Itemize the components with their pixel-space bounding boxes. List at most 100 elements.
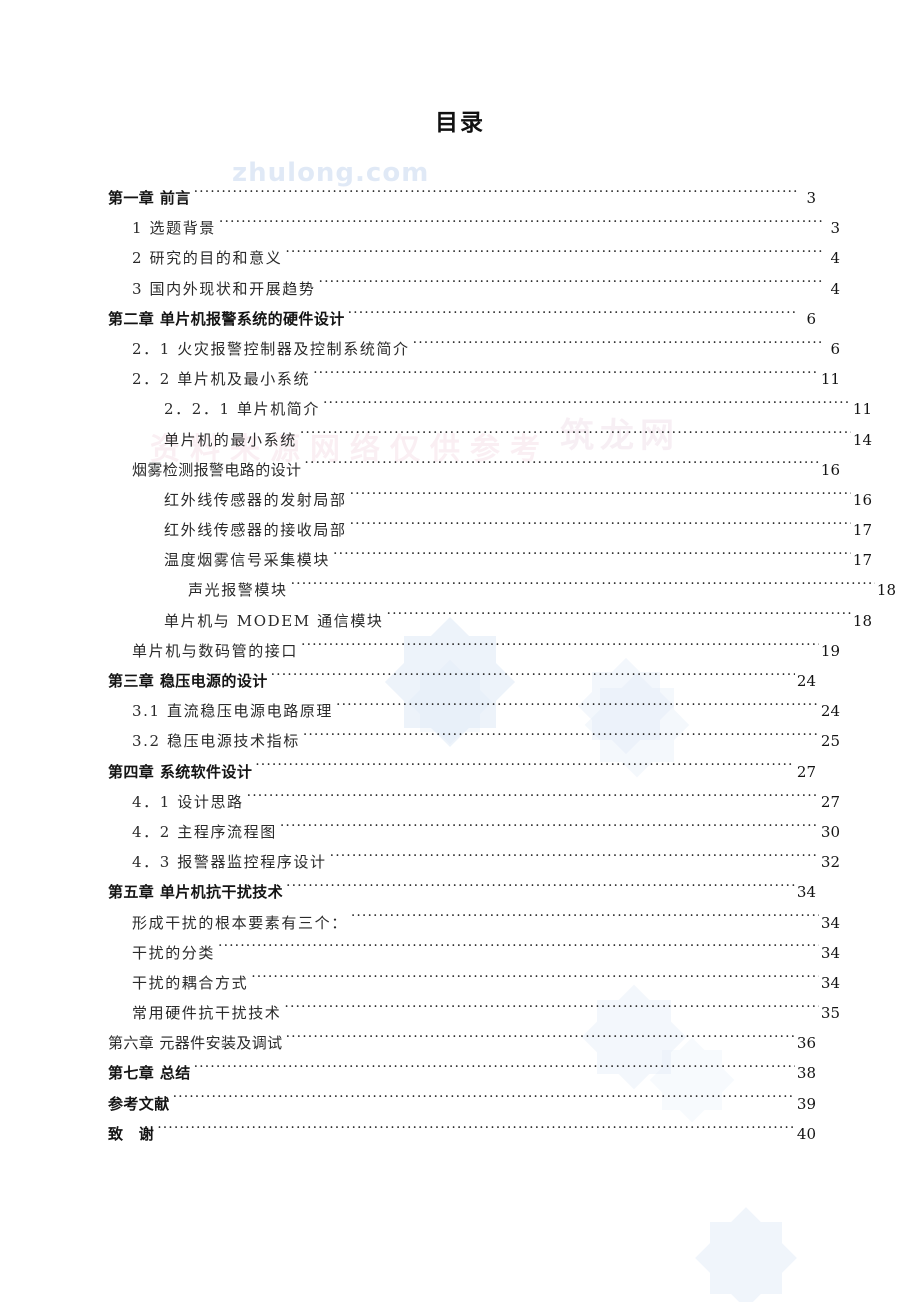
toc-entry-page-number: 17 bbox=[852, 521, 872, 540]
toc-entry[interactable]: 第二章 单片机报警系统的硬件设计 6 bbox=[108, 304, 816, 334]
toc-entry-page-number: 25 bbox=[820, 732, 840, 751]
toc-entry[interactable]: 温度烟雾信号采集模块 17 bbox=[108, 545, 872, 575]
toc-leader-dots bbox=[348, 308, 798, 324]
toc-entry-label: 3.2 稳压电源技术指标 bbox=[132, 732, 300, 751]
toc-entry[interactable]: 单片机与 MODEM 通信模块 18 bbox=[108, 606, 872, 636]
toc-leader-dots bbox=[330, 851, 819, 867]
toc-entry-label: 第二章 单片机报警系统的硬件设计 bbox=[108, 309, 345, 328]
toc-entry-page-number: 17 bbox=[852, 551, 872, 570]
toc-entry[interactable]: 第六章 元器件安装及调试 36 bbox=[108, 1028, 816, 1058]
toc-leader-dots bbox=[313, 368, 819, 384]
toc-entry-page-number: 16 bbox=[852, 490, 872, 509]
toc-entry[interactable]: 3.2 稳压电源技术指标 25 bbox=[108, 726, 840, 756]
toc-entry[interactable]: 第三章 稳压电源的设计 24 bbox=[108, 666, 816, 696]
toc-entry[interactable]: 第七章 总结 38 bbox=[108, 1058, 816, 1088]
toc-entry-label: 干扰的分类 bbox=[132, 943, 216, 962]
toc-entry-label: 第四章 系统软件设计 bbox=[108, 762, 253, 781]
toc-entry[interactable]: 干扰的分类 34 bbox=[108, 938, 840, 968]
toc-leader-dots bbox=[303, 730, 819, 746]
toc-entry[interactable]: 形成干扰的根本要素有三个： 34 bbox=[108, 908, 840, 938]
toc-entry[interactable]: 致 谢 40 bbox=[108, 1119, 816, 1149]
toc-entry-page-number: 27 bbox=[796, 762, 816, 781]
toc-entry-label: 形成干扰的根本要素有三个： bbox=[132, 913, 348, 932]
toc-leader-dots bbox=[350, 489, 851, 505]
toc-entry-label: 参考文献 bbox=[108, 1094, 170, 1113]
toc-entry[interactable]: 红外线传感器的接收局部 17 bbox=[108, 515, 872, 545]
toc-leader-dots bbox=[280, 821, 819, 837]
toc-entry-page-number: 11 bbox=[820, 370, 840, 389]
toc-entry-page-number: 36 bbox=[796, 1034, 816, 1053]
toc-entry-label: 声光报警模块 bbox=[188, 581, 288, 600]
toc-entry-label: 4．3 报警器监控程序设计 bbox=[132, 853, 327, 872]
toc-leader-dots bbox=[304, 459, 819, 475]
toc-entry[interactable]: 常用硬件抗干扰技术 35 bbox=[108, 998, 840, 1028]
toc-entry-page-number: 39 bbox=[796, 1094, 816, 1113]
toc-entry[interactable]: 第四章 系统软件设计 27 bbox=[108, 757, 816, 787]
toc-entry-label: 2．2 单片机及最小系统 bbox=[132, 370, 311, 389]
toc-entry[interactable]: 单片机的最小系统 14 bbox=[108, 425, 872, 455]
toc-entry[interactable]: 干扰的耦合方式 34 bbox=[108, 968, 840, 998]
toc-entry[interactable]: 单片机与数码管的接口 19 bbox=[108, 636, 840, 666]
toc-entry-page-number: 16 bbox=[820, 460, 840, 479]
toc-leader-dots bbox=[336, 700, 819, 716]
toc-entry-label: 4．1 设计思路 bbox=[132, 792, 244, 811]
toc-entry-page-number: 34 bbox=[796, 883, 816, 902]
toc-entry-label: 红外线传感器的发射局部 bbox=[164, 490, 347, 509]
toc-entry-page-number: 34 bbox=[820, 943, 840, 962]
toc-entry[interactable]: 4．2 主程序流程图 30 bbox=[108, 817, 840, 847]
toc-entry[interactable]: 第一章 前言 3 bbox=[108, 183, 816, 213]
toc-entry-label: 干扰的耦合方式 bbox=[132, 973, 249, 992]
page-title: 目录 bbox=[435, 110, 485, 136]
toc-leader-dots bbox=[247, 791, 819, 807]
toc-leader-dots bbox=[291, 579, 875, 595]
toc-entry[interactable]: 2．2．1 单片机简介 11 bbox=[108, 394, 872, 424]
toc-leader-dots bbox=[285, 247, 822, 263]
toc-leader-dots bbox=[323, 398, 851, 414]
toc-entry-label: 温度烟雾信号采集模块 bbox=[164, 551, 331, 570]
toc-entry[interactable]: 2．1 火灾报警控制器及控制系统简介 6 bbox=[108, 334, 840, 364]
toc-entry-label: 红外线传感器的接收局部 bbox=[164, 521, 347, 540]
toc-entry[interactable]: 3.1 直流稳压电源电路原理 24 bbox=[108, 696, 840, 726]
toc-entry[interactable]: 第五章 单片机抗干扰技术 34 bbox=[108, 877, 816, 907]
toc-entry[interactable]: 2 研究的目的和意义 4 bbox=[108, 243, 840, 273]
toc-leader-dots bbox=[218, 942, 819, 958]
toc-entry-label: 单片机与 MODEM 通信模块 bbox=[164, 611, 384, 630]
toc-entry-page-number: 27 bbox=[820, 792, 840, 811]
toc-entry-page-number: 6 bbox=[806, 309, 816, 328]
toc-leader-dots bbox=[194, 187, 798, 203]
toc-entry[interactable]: 参考文献 39 bbox=[108, 1089, 816, 1119]
toc-entry-page-number: 11 bbox=[852, 400, 872, 419]
toc-leader-dots bbox=[251, 972, 819, 988]
toc-entry-label: 3 国内外现状和开展趋势 bbox=[132, 279, 316, 298]
toc-entry-page-number: 14 bbox=[852, 430, 872, 449]
toc-entry-label: 单片机的最小系统 bbox=[164, 430, 297, 449]
toc-entry-page-number: 6 bbox=[830, 339, 840, 358]
toc-entry[interactable]: 4．1 设计思路 27 bbox=[108, 787, 840, 817]
toc-entry-label: 烟雾检测报警电路的设计 bbox=[132, 460, 302, 479]
toc-entry-label: 致 谢 bbox=[108, 1124, 155, 1143]
toc-entry[interactable]: 3 国内外现状和开展趋势 4 bbox=[108, 274, 840, 304]
toc-entry-label: 2．1 火灾报警控制器及控制系统简介 bbox=[132, 339, 410, 358]
toc-entry-page-number: 34 bbox=[820, 913, 840, 932]
toc-entry[interactable]: 声光报警模块 18 bbox=[108, 575, 896, 605]
toc-entry-label: 2 研究的目的和意义 bbox=[132, 249, 283, 268]
toc-leader-dots bbox=[284, 1002, 819, 1018]
toc-entry-page-number: 4 bbox=[830, 249, 840, 268]
toc-entry[interactable]: 1 选题背景 3 bbox=[108, 213, 840, 243]
toc-entry-page-number: 34 bbox=[820, 973, 840, 992]
toc-leader-dots bbox=[350, 519, 851, 535]
toc-leader-dots bbox=[319, 278, 822, 294]
toc-entry[interactable]: 4．3 报警器监控程序设计 32 bbox=[108, 847, 840, 877]
toc-entry-label: 4．2 主程序流程图 bbox=[132, 822, 277, 841]
toc-entry-page-number: 18 bbox=[852, 611, 872, 630]
toc-entry[interactable]: 2．2 单片机及最小系统 11 bbox=[108, 364, 840, 394]
toc-entry-page-number: 38 bbox=[796, 1064, 816, 1083]
toc-entry[interactable]: 烟雾检测报警电路的设计 16 bbox=[108, 455, 840, 485]
toc-entry-page-number: 18 bbox=[876, 581, 896, 600]
toc-entry[interactable]: 红外线传感器的发射局部 16 bbox=[108, 485, 872, 515]
toc-leader-dots bbox=[219, 217, 822, 233]
toc-leader-dots bbox=[413, 338, 822, 354]
toc-leader-dots bbox=[157, 1123, 795, 1139]
toc-leader-dots bbox=[301, 640, 819, 656]
toc-leader-dots bbox=[333, 549, 851, 565]
